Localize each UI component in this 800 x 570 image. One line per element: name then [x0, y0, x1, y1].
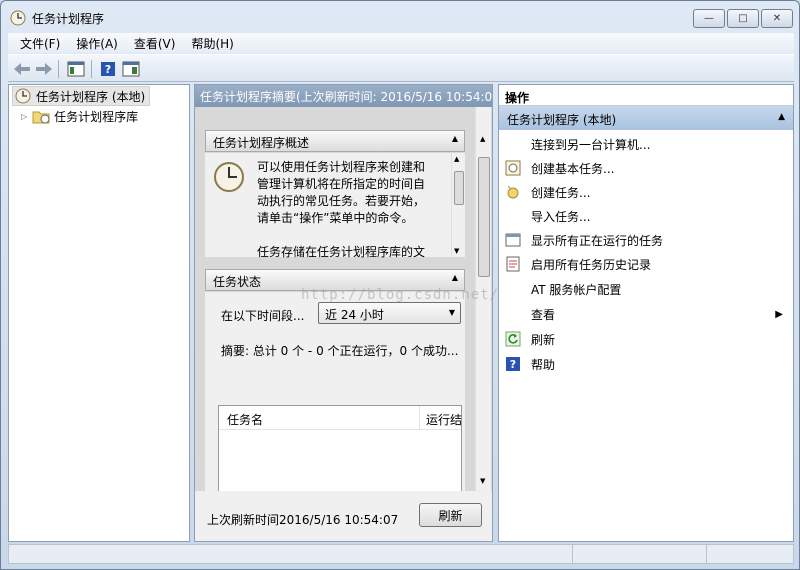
tasks-table: 任务名 运行结	[218, 405, 462, 491]
window: 任务计划程序 — □ ✕ 文件(F) 操作(A) 查看(V) 帮助(H) ? 任…	[0, 0, 800, 570]
overview-title: 任务计划程序概述	[213, 136, 310, 150]
folder-clock-icon	[32, 111, 50, 124]
chevron-down-icon: ▼	[448, 308, 455, 317]
clock-icon	[15, 88, 31, 104]
window-title: 任务计划程序	[32, 12, 105, 26]
show-action-pane-icon[interactable]	[121, 59, 141, 79]
help-icon: ?	[505, 356, 521, 372]
submenu-arrow-icon: ▶	[775, 308, 783, 320]
menu-help[interactable]: 帮助(H)	[183, 35, 241, 52]
summary-pane: 任务计划程序摘要(上次刷新时间: 2016/5/16 10:54:07) 任务计…	[194, 84, 493, 542]
svg-text:?: ?	[510, 358, 516, 371]
back-icon[interactable]	[12, 59, 32, 79]
toolbar: ?	[8, 54, 794, 82]
collapse-icon[interactable]: ▲	[452, 273, 458, 282]
tree-item-library[interactable]: ▷ 任务计划程序库	[21, 106, 138, 126]
show-tree-icon[interactable]	[66, 59, 86, 79]
create-task-icon	[505, 184, 521, 200]
summary-text: 摘要: 总计 0 个 - 0 个正在运行，0 个成功...	[221, 344, 459, 358]
overview-content: 可以使用任务计划程序来创建和 管理计算机将在所指定的时间自 动执行的常见任务。若…	[205, 153, 465, 259]
forward-icon[interactable]	[34, 59, 54, 79]
summary-footer: 上次刷新时间2016/5/16 10:54:07 刷新	[195, 491, 492, 541]
running-tasks-icon	[505, 232, 521, 248]
status-divider	[572, 545, 573, 563]
action-show-running[interactable]: 显示所有正在运行的任务	[499, 228, 793, 252]
action-refresh[interactable]: 刷新	[499, 327, 793, 351]
basic-task-icon	[505, 160, 521, 176]
column-run-result[interactable]: 运行结	[426, 411, 462, 428]
menu-action[interactable]: 操作(A)	[68, 35, 126, 52]
refresh-icon	[505, 331, 521, 347]
menu-view[interactable]: 查看(V)	[126, 35, 184, 52]
navigation-tree: 任务计划程序 (本地) ▷ 任务计划程序库	[8, 84, 190, 542]
collapse-icon[interactable]: ▲	[452, 134, 458, 143]
action-create-task[interactable]: 创建任务...	[499, 180, 793, 204]
period-select[interactable]: 近 24 小时 ▼	[318, 302, 461, 324]
svg-text:?: ?	[105, 63, 111, 76]
action-create-basic-task[interactable]: 创建基本任务...	[499, 156, 793, 180]
period-label: 在以下时间段...	[221, 309, 305, 323]
summary-header: 任务计划程序摘要(上次刷新时间: 2016/5/16 10:54:07)	[195, 85, 492, 107]
last-refresh-text: 上次刷新时间2016/5/16 10:54:07	[207, 513, 399, 527]
actions-subheader[interactable]: 任务计划程序 (本地) ▲	[499, 106, 793, 130]
overview-text: 可以使用任务计划程序来创建和 管理计算机将在所指定的时间自 动执行的常见任务。若…	[257, 160, 426, 259]
status-title: 任务状态	[213, 275, 262, 289]
overview-scrollbar[interactable]: ▲ ▼	[451, 153, 465, 257]
history-icon	[505, 256, 521, 272]
status-content: 在以下时间段... 近 24 小时 ▼ 摘要: 总计 0 个 - 0 个正在运行…	[205, 292, 465, 491]
title-bar[interactable]: 任务计划程序 — □ ✕	[1, 1, 799, 33]
action-at-service[interactable]: AT 服务帐户配置	[499, 277, 793, 301]
minimize-button[interactable]: —	[693, 9, 725, 28]
action-help[interactable]: ? 帮助	[499, 352, 793, 376]
overview-section-header[interactable]: 任务计划程序概述 ▲	[205, 130, 465, 152]
help-icon[interactable]: ?	[98, 59, 118, 79]
column-task-name[interactable]: 任务名	[227, 411, 263, 428]
expand-arrow-icon[interactable]: ▷	[21, 112, 27, 121]
tree-item-root[interactable]: 任务计划程序 (本地)	[12, 86, 151, 106]
tree-library-label: 任务计划程序库	[54, 109, 139, 124]
menu-bar: 文件(F) 操作(A) 查看(V) 帮助(H)	[8, 33, 794, 53]
maximize-button[interactable]: □	[727, 9, 759, 28]
clock-icon	[10, 10, 26, 26]
refresh-button[interactable]: 刷新	[419, 503, 482, 527]
watermark: http://blog.csdn.net/	[301, 287, 500, 303]
status-divider	[706, 545, 707, 563]
tree-root-label: 任务计划程序 (本地)	[36, 89, 146, 104]
status-bar	[8, 544, 794, 564]
collapse-icon: ▲	[778, 112, 785, 122]
table-header: 任务名 运行结	[219, 406, 462, 430]
clock-icon	[214, 162, 244, 192]
action-connect[interactable]: 连接到另一台计算机...	[499, 132, 793, 156]
actions-pane: 操作 任务计划程序 (本地) ▲ 连接到另一台计算机... 创建基本任务... …	[498, 84, 794, 542]
action-view[interactable]: 查看 ▶	[499, 302, 793, 326]
action-import-task[interactable]: 导入任务...	[499, 204, 793, 228]
action-enable-history[interactable]: 启用所有任务历史记录	[499, 252, 793, 276]
close-button[interactable]: ✕	[761, 9, 793, 28]
menu-file[interactable]: 文件(F)	[12, 35, 68, 52]
actions-title: 操作	[499, 85, 793, 106]
